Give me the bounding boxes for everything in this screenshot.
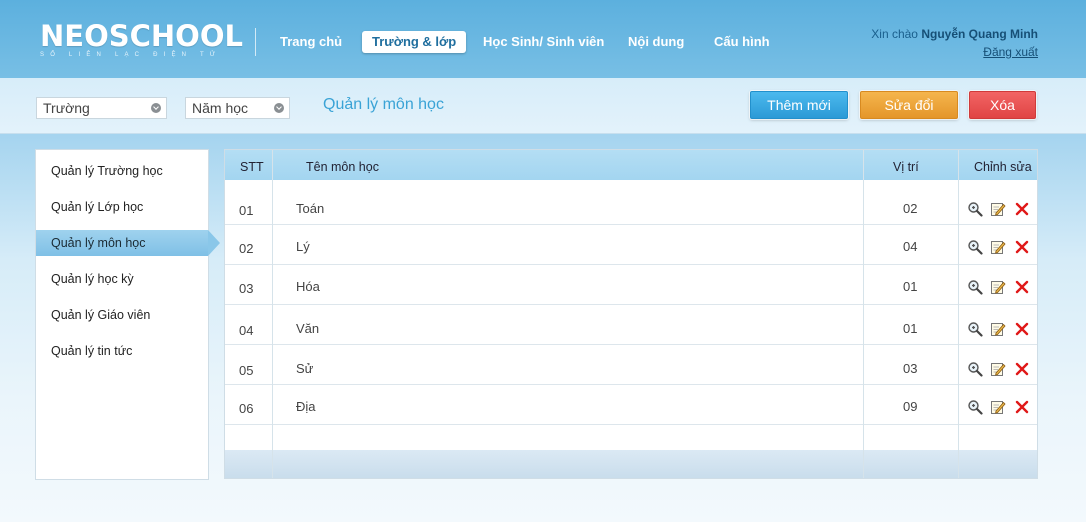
nav-item-settings[interactable]: Cấu hình bbox=[704, 31, 780, 53]
user-name: Nguyễn Quang Minh bbox=[921, 27, 1038, 41]
row-position: 03 bbox=[903, 361, 918, 376]
subjects-table: STT Tên môn học Vị trí Chỉnh sửa 01 Toán 0… bbox=[224, 149, 1038, 479]
row-position: 04 bbox=[903, 239, 918, 254]
add-button[interactable]: Thêm mới bbox=[750, 91, 848, 119]
row-position: 01 bbox=[903, 279, 918, 294]
school-select-value: Trường bbox=[43, 100, 90, 116]
sidebar: Quản lý Trường học Quản lý Lớp học Quản … bbox=[35, 149, 220, 480]
table-row[interactable]: 03 Hóa 01 bbox=[225, 265, 1037, 305]
row-position: 01 bbox=[903, 321, 918, 336]
sidebar-item-classes[interactable]: Quản lý Lớp học bbox=[36, 194, 208, 220]
zoom-icon[interactable] bbox=[967, 399, 983, 415]
column-divider bbox=[863, 150, 864, 478]
edit-button[interactable]: Sửa đổi bbox=[860, 91, 958, 119]
school-select[interactable]: Trường bbox=[36, 97, 167, 119]
edit-icon[interactable] bbox=[990, 361, 1006, 377]
row-subject-name: Địa bbox=[296, 399, 316, 414]
row-stt: 02 bbox=[239, 241, 254, 256]
table-row[interactable]: 05 Sử 03 bbox=[225, 345, 1037, 385]
sidebar-item-news[interactable]: Quản lý tin tức bbox=[36, 338, 208, 364]
zoom-icon[interactable] bbox=[967, 321, 983, 337]
table-header: STT Tên môn học Vị trí Chỉnh sửa bbox=[225, 150, 1037, 180]
year-select[interactable]: Năm học bbox=[185, 97, 290, 119]
edit-icon[interactable] bbox=[990, 321, 1006, 337]
header-bar: NEOSCHOOL SỔ LIÊN LẠC ĐIỆN TỬ Trang chủ … bbox=[0, 0, 1086, 78]
delete-icon[interactable] bbox=[1014, 361, 1030, 377]
delete-icon[interactable] bbox=[1014, 321, 1030, 337]
row-position: 09 bbox=[903, 399, 918, 414]
nav-item-home[interactable]: Trang chủ bbox=[270, 31, 352, 53]
chevron-down-icon bbox=[274, 103, 284, 113]
page-title: Quản lý môn học bbox=[323, 96, 444, 113]
table-row[interactable]: 04 Văn 01 bbox=[225, 305, 1037, 345]
row-subject-name: Lý bbox=[296, 239, 310, 254]
delete-icon[interactable] bbox=[1014, 399, 1030, 415]
column-header-position: Vị trí bbox=[893, 160, 919, 174]
nav-item-content[interactable]: Nội dung bbox=[618, 31, 694, 53]
zoom-icon[interactable] bbox=[967, 201, 983, 217]
zoom-icon[interactable] bbox=[967, 279, 983, 295]
delete-icon[interactable] bbox=[1014, 239, 1030, 255]
row-position: 02 bbox=[903, 201, 918, 216]
nav-item-students[interactable]: Học Sinh/ Sinh viên bbox=[473, 31, 614, 53]
sidebar-item-schools[interactable]: Quản lý Trường học bbox=[36, 158, 208, 184]
toolbar: Trường Năm học Quản lý môn học Thêm mới … bbox=[0, 78, 1086, 134]
delete-button[interactable]: Xóa bbox=[969, 91, 1036, 119]
zoom-icon[interactable] bbox=[967, 361, 983, 377]
zoom-icon[interactable] bbox=[967, 239, 983, 255]
table-footer bbox=[225, 450, 1037, 478]
greeting-text: Xin chào bbox=[871, 27, 918, 41]
edit-icon[interactable] bbox=[990, 279, 1006, 295]
table-row[interactable]: 06 Địa 09 bbox=[225, 385, 1037, 425]
row-stt: 03 bbox=[239, 281, 254, 296]
logo[interactable]: NEOSCHOOL SỔ LIÊN LẠC ĐIỆN TỬ bbox=[40, 19, 243, 60]
table-row[interactable]: 01 Toán 02 bbox=[225, 185, 1037, 225]
edit-icon[interactable] bbox=[990, 201, 1006, 217]
sidebar-item-subjects[interactable]: Quản lý môn học bbox=[36, 230, 220, 256]
row-subject-name: Sử bbox=[296, 361, 314, 376]
edit-icon[interactable] bbox=[990, 399, 1006, 415]
row-subject-name: Văn bbox=[296, 321, 320, 336]
edit-icon[interactable] bbox=[990, 239, 1006, 255]
column-header-actions: Chỉnh sửa bbox=[974, 160, 1032, 174]
logout-link[interactable]: Đăng xuất bbox=[871, 43, 1038, 61]
logo-subtitle: SỔ LIÊN LẠC ĐIỆN TỬ bbox=[40, 52, 222, 58]
table-row[interactable]: 02 Lý 04 bbox=[225, 225, 1037, 265]
column-header-stt: STT bbox=[240, 160, 264, 174]
chevron-down-icon bbox=[151, 103, 161, 113]
nav-item-school-class[interactable]: Trường & lớp bbox=[362, 31, 467, 53]
column-divider bbox=[958, 150, 959, 478]
logo-title: NEOSCHOOL bbox=[40, 19, 243, 53]
user-box: Xin chào Nguyễn Quang Minh Đăng xuất bbox=[871, 25, 1038, 61]
row-subject-name: Toán bbox=[296, 201, 325, 216]
row-stt: 06 bbox=[239, 401, 254, 416]
delete-icon[interactable] bbox=[1014, 279, 1030, 295]
sidebar-item-teachers[interactable]: Quản lý Giáo viên bbox=[36, 302, 208, 328]
user-greeting: Xin chào Nguyễn Quang Minh bbox=[871, 25, 1038, 43]
column-header-name: Tên môn học bbox=[306, 160, 379, 174]
year-select-value: Năm học bbox=[192, 100, 249, 116]
column-divider bbox=[272, 150, 273, 478]
row-subject-name: Hóa bbox=[296, 279, 320, 294]
row-stt: 01 bbox=[239, 203, 254, 218]
header-divider bbox=[255, 28, 256, 56]
sidebar-item-semesters[interactable]: Quản lý học kỳ bbox=[36, 266, 208, 292]
delete-icon[interactable] bbox=[1014, 201, 1030, 217]
row-stt: 05 bbox=[239, 363, 254, 378]
row-stt: 04 bbox=[239, 323, 254, 338]
